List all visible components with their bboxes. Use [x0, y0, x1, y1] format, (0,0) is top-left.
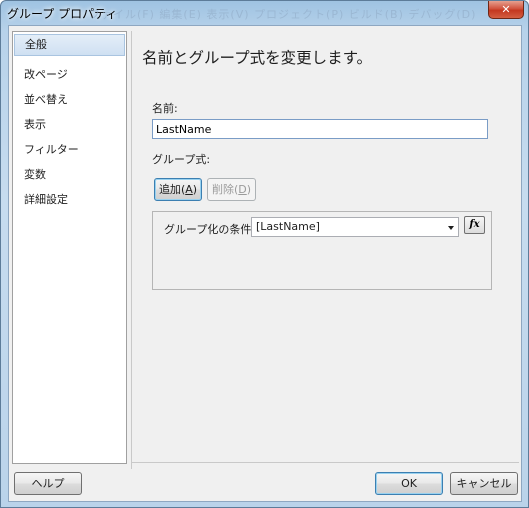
chevron-down-icon[interactable]: [448, 226, 454, 230]
group-condition-label: グループ化の条件:: [164, 223, 256, 236]
group-condition-value: [LastName]: [256, 220, 320, 233]
title-bar[interactable]: グループ プロパティ ファイル(F) 編集(E) 表示(V) プロジェクト(P)…: [1, 1, 528, 24]
footer-divider: [131, 462, 519, 463]
group-expression-label: グループ式:: [152, 153, 211, 166]
close-icon: ✕: [501, 3, 511, 16]
dialog-window: グループ プロパティ ファイル(F) 編集(E) 表示(V) プロジェクト(P)…: [0, 0, 529, 508]
add-button[interactable]: 追加(A): [154, 178, 202, 201]
name-label: 名前:: [152, 102, 178, 115]
sidebar-item-general[interactable]: 全般: [14, 34, 125, 56]
sidebar-item-filters[interactable]: フィルター: [14, 139, 125, 161]
add-button-label: 追加: [158, 183, 181, 196]
group-condition-dropdown[interactable]: [LastName]: [251, 217, 459, 237]
sidebar-item-advanced[interactable]: 詳細設定: [14, 189, 125, 211]
ok-button[interactable]: OK: [375, 472, 443, 495]
expression-fx-button[interactable]: fx: [464, 216, 485, 234]
add-mnemonic: A: [185, 183, 193, 196]
cancel-button[interactable]: キャンセル: [450, 472, 518, 495]
help-button[interactable]: ヘルプ: [14, 472, 82, 495]
delete-button[interactable]: 削除(D): [207, 178, 256, 201]
name-input[interactable]: [152, 119, 488, 139]
dialog-client: 全般 改ページ 並べ替え 表示 フィルター 変数 詳細設定 名前とグループ式を変…: [8, 25, 522, 502]
background-menu-ghost: ファイル(F) 編集(E) 表示(V) プロジェクト(P) ビルド(B) デバッ…: [89, 8, 477, 21]
delete-button-label: 削除: [211, 183, 234, 196]
fx-icon: fx: [469, 219, 480, 230]
sidebar-item-sorting[interactable]: 並べ替え: [14, 89, 125, 111]
sidebar-item-visibility[interactable]: 表示: [14, 114, 125, 136]
delete-mnemonic: D: [238, 183, 247, 196]
sidebar-item-variables[interactable]: 変数: [14, 164, 125, 186]
sidebar-nav: 全般 改ページ 並べ替え 表示 フィルター 変数 詳細設定: [12, 31, 127, 464]
close-button[interactable]: ✕: [488, 1, 524, 19]
sidebar-item-page-breaks[interactable]: 改ページ: [14, 64, 125, 86]
page-heading: 名前とグループ式を変更します。: [142, 49, 373, 67]
vertical-divider: [131, 31, 132, 469]
